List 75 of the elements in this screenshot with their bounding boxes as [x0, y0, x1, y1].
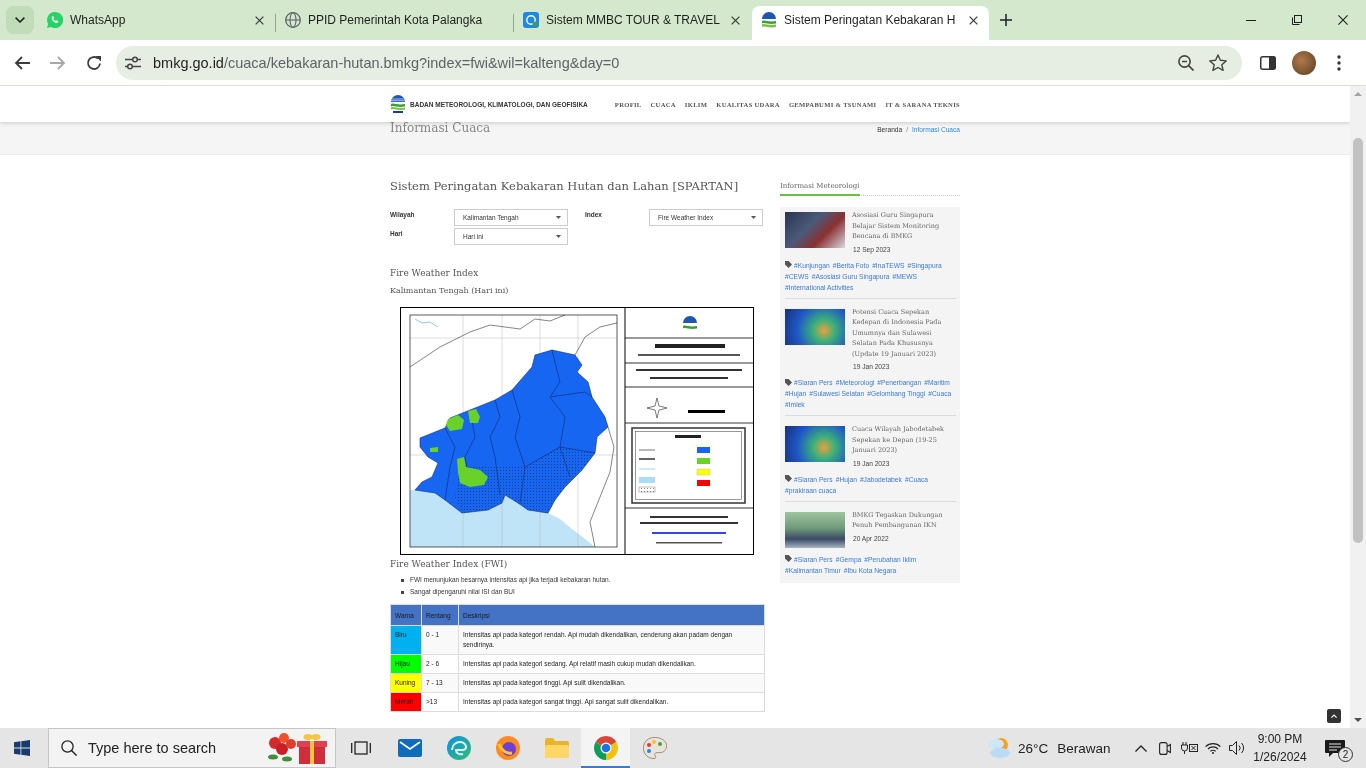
- browser-tab[interactable]: Sistem Peringatan Kebakaran H: [752, 6, 989, 40]
- site-logo-icon: [761, 12, 777, 28]
- arrow-left-icon: [14, 55, 30, 70]
- flowers-gift-icon[interactable]: [267, 732, 327, 764]
- browser-tab[interactable]: Sistem MMBC TOUR & TRAVEL: [514, 6, 751, 40]
- url-text[interactable]: bmkg.go.id/cuaca/kebakaran-hutan.bmkg?index=fwi&wil=kalteng&day=0: [153, 54, 1174, 71]
- tag-icon: [785, 261, 792, 268]
- folder-icon: [544, 738, 569, 758]
- side-panel-icon: [1260, 55, 1276, 70]
- bullet-icon: [401, 578, 404, 582]
- task-view-icon: [350, 740, 371, 756]
- photo-placeholder[interactable]: [785, 511, 845, 548]
- search-icon: [61, 740, 77, 756]
- globe-icon: [285, 12, 301, 28]
- search-field[interactable]: Type here to search: [48, 728, 336, 768]
- arrow-right-icon: [50, 55, 66, 70]
- notification-count: 2: [1338, 747, 1353, 762]
- page-title: Informasi Cuaca: [390, 121, 491, 135]
- browser-tab[interactable]: PPID Pemerintah Kota Palangka: [276, 6, 513, 40]
- taskbar-button[interactable]: [581, 728, 630, 768]
- logo-icon[interactable]: [391, 95, 405, 113]
- weather-icon: [988, 738, 1010, 758]
- reload-icon: [86, 54, 102, 71]
- close-icon[interactable]: [255, 15, 264, 25]
- browser-tab[interactable]: WhatsApp: [38, 6, 275, 40]
- photo-placeholder[interactable]: [785, 308, 845, 345]
- tag-icon: [785, 555, 792, 562]
- fwi-heading: Fire Weather Index (FWI): [390, 558, 509, 571]
- section-heading: Sistem Peringatan Kebakaran Hutan dan Lahan [SPARTAN]: [390, 178, 740, 194]
- volume-icon: [1229, 741, 1245, 755]
- caret-icon: [556, 235, 561, 238]
- plug-battery-icon: [1180, 742, 1198, 754]
- bookmark-star-icon: [1209, 54, 1227, 71]
- video-camera-icon: [1159, 741, 1171, 755]
- scroll-top-button[interactable]: [1327, 709, 1341, 723]
- weather-button[interactable]: 26°C Berawan: [986, 728, 1115, 768]
- caret-icon: [556, 216, 561, 219]
- site-settings-icon: [125, 55, 141, 70]
- close-icon: [1338, 15, 1348, 25]
- paint-palette-icon: [642, 737, 667, 759]
- restore-icon: [1292, 15, 1302, 25]
- close-icon[interactable]: [969, 15, 978, 25]
- photo-placeholder[interactable]: [785, 212, 845, 248]
- zoom-icon: [1178, 54, 1194, 71]
- tab-search-button[interactable]: [6, 6, 34, 34]
- caret-icon: [751, 216, 756, 219]
- mail-icon: [397, 739, 422, 757]
- clock-time[interactable]: 9:00 PM: [1257, 730, 1303, 748]
- close-icon[interactable]: [731, 15, 740, 25]
- region-title: Kalimantan Tengah (Hari ini): [390, 285, 510, 297]
- plus-icon: [1000, 14, 1012, 26]
- wave-browser-icon: [446, 736, 471, 760]
- address-bar[interactable]: bmkg.go.id/cuaca/kebakaran-hutan.bmkg?index=fwi&wil=kalteng&day=0: [116, 45, 1242, 80]
- app-icon: [523, 12, 539, 28]
- index-title: Fire Weather Index: [390, 267, 480, 280]
- avatar[interactable]: [1292, 50, 1316, 75]
- chevron-up-icon: [1135, 744, 1147, 752]
- chevron-up-icon: [1331, 714, 1337, 718]
- chat-bubble-icon: [47, 12, 63, 28]
- tag-icon: [785, 378, 792, 386]
- minimize-icon: [1246, 19, 1256, 21]
- menu-icon: [1337, 54, 1341, 71]
- start-logo-icon: [14, 740, 30, 756]
- orb-browser-icon: [593, 736, 618, 760]
- page-scrollbar[interactable]: [1350, 86, 1366, 728]
- wifi-icon: [1205, 742, 1221, 754]
- tag-icon: [785, 475, 792, 482]
- clock-date[interactable]: 1/26/2024: [1253, 748, 1307, 766]
- chevron-down-icon: [15, 17, 25, 23]
- fox-browser-icon: [495, 736, 520, 760]
- notification-button[interactable]: 2: [1311, 728, 1359, 768]
- bullet-icon: [401, 590, 404, 594]
- scroll-down-arrow-icon[interactable]: [1354, 718, 1362, 722]
- scrollbar-thumb[interactable]: [1353, 138, 1363, 543]
- photo-placeholder[interactable]: [785, 426, 845, 462]
